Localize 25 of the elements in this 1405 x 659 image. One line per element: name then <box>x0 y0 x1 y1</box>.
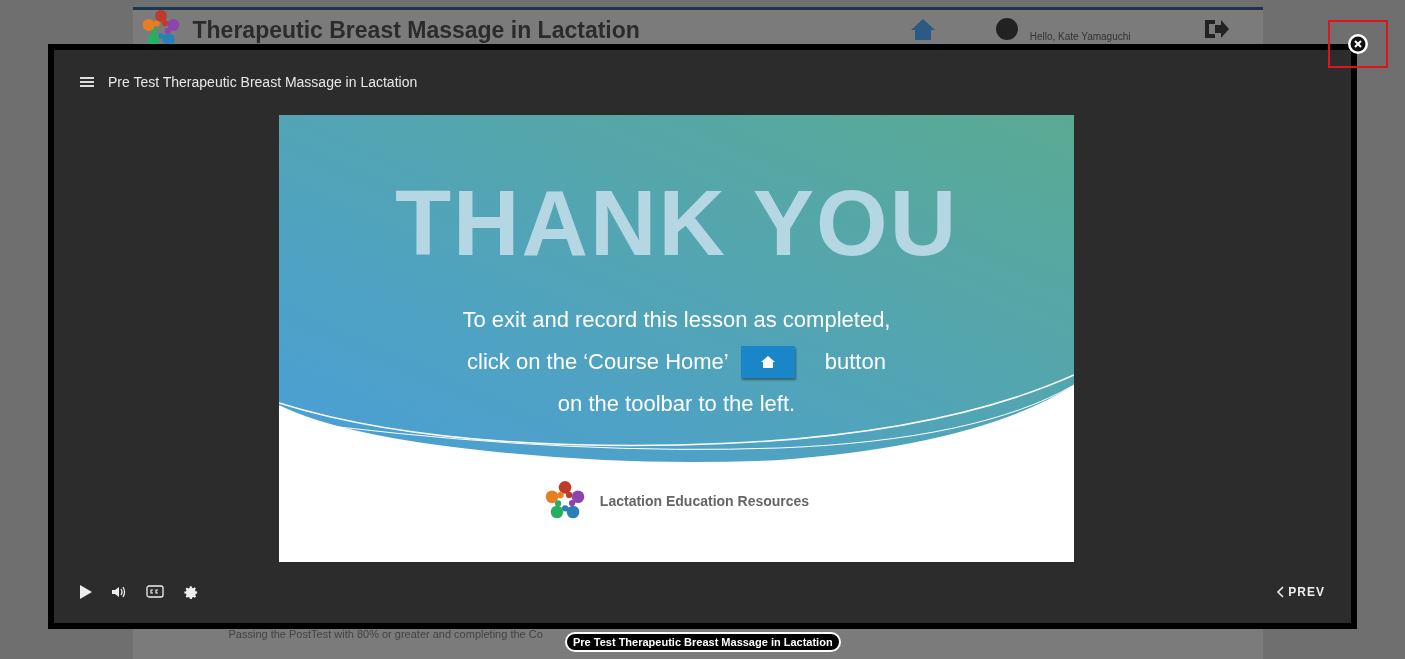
chevron-left-icon <box>1276 586 1285 599</box>
greeting-text: Hello, Kate Yamaguchi <box>1029 30 1131 42</box>
user-icon <box>995 18 1018 40</box>
captions-button[interactable] <box>146 585 164 600</box>
course-title: Therapeutic Breast Massage in Lactation <box>192 16 641 44</box>
instruction-text: To exit and record this lesson as completed, <box>462 306 891 333</box>
volume-button[interactable] <box>112 586 126 599</box>
volume-icon <box>112 586 126 599</box>
prev-button[interactable]: PREV <box>1276 585 1325 600</box>
settings-button[interactable] <box>184 585 199 600</box>
tooltip: Pre Test Therapeutic Breast Massage in Lactation <box>565 632 841 652</box>
close-icon[interactable] <box>1347 33 1369 55</box>
captions-icon <box>146 585 164 600</box>
menu-icon[interactable] <box>80 77 94 88</box>
play-button[interactable] <box>80 585 92 600</box>
instruction-text: on the toolbar to the left. <box>557 390 796 417</box>
brand-name: Lactation Education Resources <box>599 492 810 509</box>
slide-heading: THANK YOU <box>394 176 959 269</box>
lesson-title: Pre Test Therapeutic Breast Massage in Lactation <box>108 74 418 91</box>
instruction-text: click on the ‘Course Home’ <box>467 348 729 375</box>
home-icon <box>760 355 775 368</box>
settings-icon <box>184 585 199 600</box>
instruction-text: button <box>824 348 886 375</box>
logout-icon[interactable] <box>1202 18 1229 40</box>
play-icon <box>80 585 92 600</box>
